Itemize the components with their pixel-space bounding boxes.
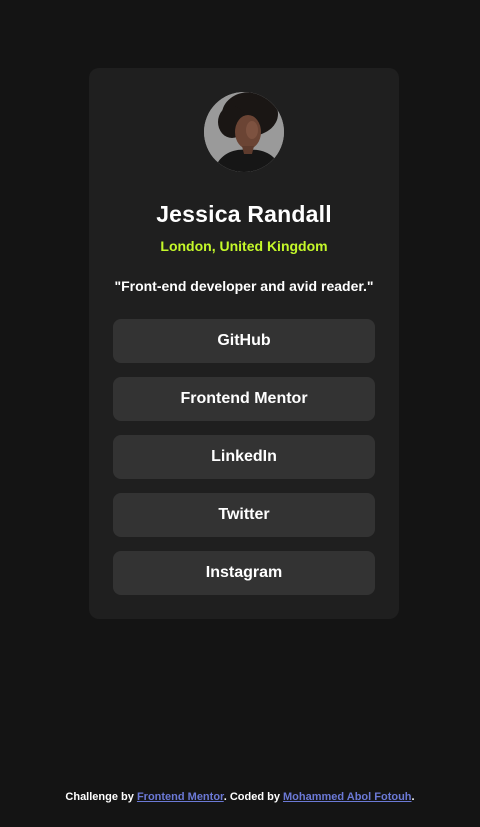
avatar <box>204 92 284 172</box>
author-link[interactable]: Mohammed Abol Fotouh <box>283 791 412 803</box>
github-link-button[interactable]: GitHub <box>113 319 375 363</box>
profile-bio: "Front-end developer and avid reader." <box>114 278 374 294</box>
footer-middle: . Coded by <box>223 791 283 803</box>
footer-prefix: Challenge by <box>65 791 137 803</box>
profile-location: London, United Kingdom <box>160 238 328 254</box>
avatar-image <box>204 92 284 172</box>
twitter-link-button[interactable]: Twitter <box>113 493 375 537</box>
attribution-footer: Challenge by Frontend Mentor. Coded by M… <box>0 789 480 805</box>
profile-name: Jessica Randall <box>156 201 332 227</box>
page: Jessica Randall London, United Kingdom "… <box>0 0 480 827</box>
profile-card: Jessica Randall London, United Kingdom "… <box>89 68 399 619</box>
instagram-link-button[interactable]: Instagram <box>113 551 375 595</box>
linkedin-link-button[interactable]: LinkedIn <box>113 435 375 479</box>
frontend-mentor-link-button[interactable]: Frontend Mentor <box>113 377 375 421</box>
footer-suffix: . <box>411 791 415 803</box>
challenge-link[interactable]: Frontend Mentor <box>137 791 224 803</box>
social-links: GitHub Frontend Mentor LinkedIn Twitter … <box>113 319 375 609</box>
